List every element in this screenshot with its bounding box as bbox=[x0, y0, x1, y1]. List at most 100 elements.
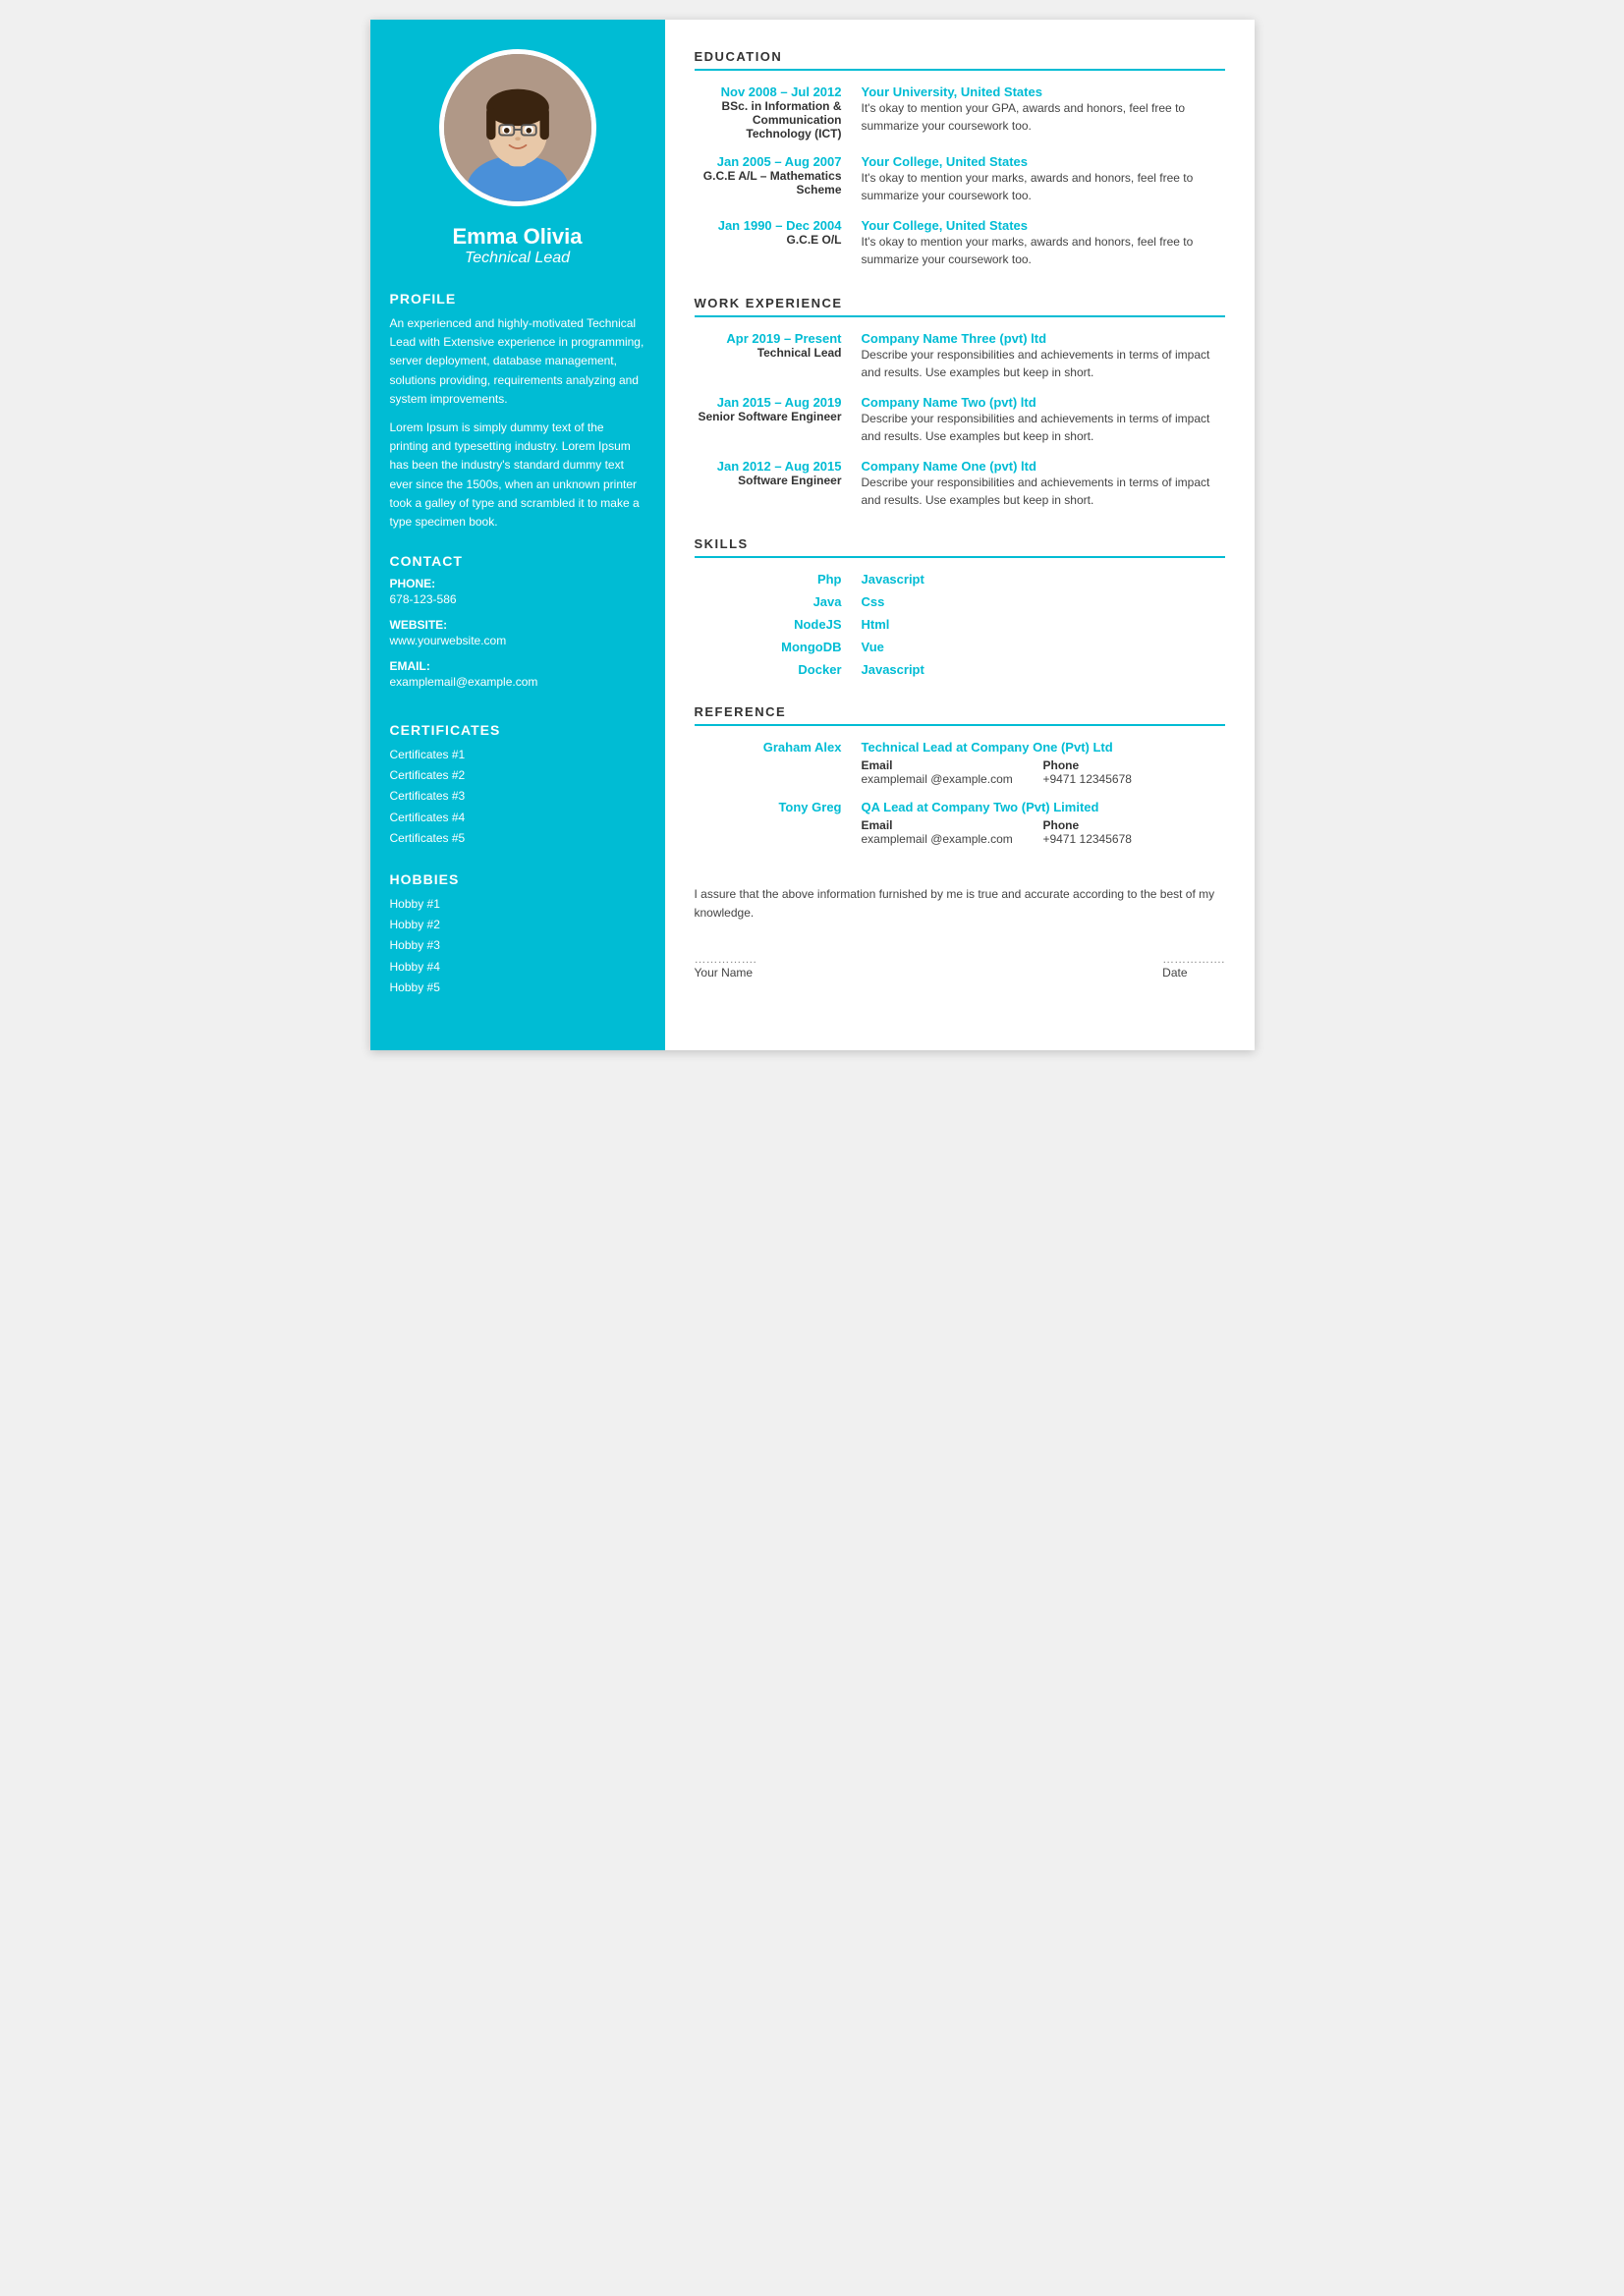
hobby-item: Hobby #4 bbox=[390, 958, 645, 977]
work-desc: Describe your responsibilities and achie… bbox=[862, 410, 1225, 445]
email-value[interactable]: examplemail@example.com bbox=[390, 675, 538, 689]
ref-left: Graham Alex bbox=[695, 740, 852, 786]
education-heading: EDUCATION bbox=[695, 49, 1225, 71]
certificate-item: Certificates #1 bbox=[390, 746, 645, 764]
certificate-item: Certificates #2 bbox=[390, 766, 645, 785]
work-desc: Describe your responsibilities and achie… bbox=[862, 346, 1225, 381]
education-section: EDUCATION Nov 2008 – Jul 2012 BSc. in In… bbox=[695, 49, 1225, 268]
edu-left: Jan 1990 – Dec 2004 G.C.E O/L bbox=[695, 218, 852, 268]
edu-left: Jan 2005 – Aug 2007 G.C.E A/L – Mathemat… bbox=[695, 154, 852, 204]
ref-phone-block: Phone +9471 12345678 bbox=[1043, 818, 1225, 846]
certificates-heading: CERTIFICATES bbox=[390, 722, 645, 738]
skill-left: Docker bbox=[695, 662, 852, 677]
work-entry: Apr 2019 – Present Technical Lead Compan… bbox=[695, 331, 1225, 381]
phone-value: 678-123-586 bbox=[390, 592, 457, 606]
work-right: Company Name Two (pvt) ltd Describe your… bbox=[862, 395, 1225, 445]
edu-degree: BSc. in Information & Communication Tech… bbox=[695, 99, 842, 140]
work-right: Company Name Three (pvt) ltd Describe yo… bbox=[862, 331, 1225, 381]
declaration-text: I assure that the above information furn… bbox=[695, 885, 1225, 923]
ref-email-label: Email bbox=[862, 818, 1043, 832]
reference-section: REFERENCE Graham Alex Technical Lead at … bbox=[695, 704, 1225, 846]
hobbies-list: Hobby #1Hobby #2Hobby #3Hobby #4Hobby #5 bbox=[390, 895, 645, 997]
signature-date: ……………. Date bbox=[1162, 952, 1224, 980]
work-section: WORK EXPERIENCE Apr 2019 – Present Techn… bbox=[695, 296, 1225, 509]
contact-heading: CONTACT bbox=[390, 553, 645, 569]
name-label: Your Name bbox=[695, 966, 754, 980]
skill-left: NodeJS bbox=[695, 617, 852, 632]
edu-org: Your College, United States bbox=[862, 218, 1225, 233]
edu-right: Your University, United States It's okay… bbox=[862, 84, 1225, 140]
certificate-item: Certificates #5 bbox=[390, 829, 645, 848]
work-entries: Apr 2019 – Present Technical Lead Compan… bbox=[695, 331, 1225, 509]
certificate-item: Certificates #3 bbox=[390, 787, 645, 806]
ref-email-block: Email examplemail @example.com bbox=[862, 818, 1043, 846]
hobbies-heading: HOBBIES bbox=[390, 871, 645, 887]
ref-phone-block: Phone +9471 12345678 bbox=[1043, 758, 1225, 786]
work-role: Software Engineer bbox=[695, 474, 842, 487]
edu-desc: It's okay to mention your marks, awards … bbox=[862, 233, 1225, 268]
edu-degree: G.C.E A/L – Mathematics Scheme bbox=[695, 169, 842, 196]
ref-title: QA Lead at Company Two (Pvt) Limited bbox=[862, 800, 1225, 814]
work-entry: Jan 2012 – Aug 2015 Software Engineer Co… bbox=[695, 459, 1225, 509]
ref-title: Technical Lead at Company One (Pvt) Ltd bbox=[862, 740, 1225, 755]
avatar-wrapper bbox=[390, 49, 645, 206]
right-column: EDUCATION Nov 2008 – Jul 2012 BSc. in In… bbox=[665, 20, 1255, 1050]
reference-entries: Graham Alex Technical Lead at Company On… bbox=[695, 740, 1225, 846]
edu-date: Jan 2005 – Aug 2007 bbox=[695, 154, 842, 169]
work-left: Jan 2015 – Aug 2019 Senior Software Engi… bbox=[695, 395, 852, 445]
ref-email-value: examplemail @example.com bbox=[862, 832, 1043, 846]
work-company: Company Name One (pvt) ltd bbox=[862, 459, 1225, 474]
date-label: Date bbox=[1162, 966, 1187, 980]
avatar bbox=[439, 49, 596, 206]
education-entries: Nov 2008 – Jul 2012 BSc. in Information … bbox=[695, 84, 1225, 268]
declaration-section: I assure that the above information furn… bbox=[695, 875, 1225, 980]
ref-email-block: Email examplemail @example.com bbox=[862, 758, 1043, 786]
work-date: Apr 2019 – Present bbox=[695, 331, 842, 346]
reference-entry: Tony Greg QA Lead at Company Two (Pvt) L… bbox=[695, 800, 1225, 846]
email-label: EMAIL: bbox=[390, 659, 645, 673]
signature-row: ……………. Your Name ……………. Date bbox=[695, 952, 1225, 980]
candidate-name: Emma Olivia bbox=[390, 224, 645, 250]
candidate-title: Technical Lead bbox=[390, 250, 645, 267]
certificate-item: Certificates #4 bbox=[390, 809, 645, 827]
ref-phone-label: Phone bbox=[1043, 818, 1225, 832]
reference-entry: Graham Alex Technical Lead at Company On… bbox=[695, 740, 1225, 786]
contact-email: EMAIL: examplemail@example.com bbox=[390, 659, 645, 691]
hobbies-section: HOBBIES Hobby #1Hobby #2Hobby #3Hobby #4… bbox=[390, 871, 645, 999]
work-desc: Describe your responsibilities and achie… bbox=[862, 474, 1225, 509]
reference-heading: REFERENCE bbox=[695, 704, 1225, 726]
website-value[interactable]: www.yourwebsite.com bbox=[390, 634, 507, 647]
signature-name: ……………. Your Name bbox=[695, 952, 756, 980]
skill-right: Vue bbox=[862, 640, 1225, 654]
website-label: WEBSITE: bbox=[390, 618, 645, 632]
profile-heading: PROFILE bbox=[390, 291, 645, 307]
name-dots: ……………. bbox=[695, 952, 756, 966]
hobby-item: Hobby #5 bbox=[390, 979, 645, 997]
phone-label: PHONE: bbox=[390, 577, 645, 590]
edu-org: Your College, United States bbox=[862, 154, 1225, 169]
work-role: Technical Lead bbox=[695, 346, 842, 360]
ref-email-value: examplemail @example.com bbox=[862, 772, 1043, 786]
skill-left: Java bbox=[695, 594, 852, 609]
skill-right: Javascript bbox=[862, 662, 1225, 677]
ref-phone-value: +9471 12345678 bbox=[1043, 772, 1225, 786]
edu-date: Nov 2008 – Jul 2012 bbox=[695, 84, 842, 99]
edu-degree: G.C.E O/L bbox=[695, 233, 842, 247]
contact-phone: PHONE: 678-123-586 bbox=[390, 577, 645, 608]
ref-right: Technical Lead at Company One (Pvt) Ltd … bbox=[862, 740, 1225, 786]
work-left: Jan 2012 – Aug 2015 Software Engineer bbox=[695, 459, 852, 509]
certificates-list: Certificates #1 Certificates #2 Certificat… bbox=[390, 746, 645, 848]
edu-date: Jan 1990 – Dec 2004 bbox=[695, 218, 842, 233]
profile-text-2: Lorem Ipsum is simply dummy text of the … bbox=[390, 419, 645, 532]
profile-section: PROFILE An experienced and highly-motiva… bbox=[390, 291, 645, 532]
skills-section: SKILLS PhpJavascriptJavaCssNodeJSHtmlMon… bbox=[695, 536, 1225, 677]
contact-section: CONTACT PHONE: 678-123-586 WEBSITE: www.… bbox=[390, 553, 645, 700]
work-left: Apr 2019 – Present Technical Lead bbox=[695, 331, 852, 381]
hobby-item: Hobby #2 bbox=[390, 916, 645, 934]
edu-desc: It's okay to mention your GPA, awards an… bbox=[862, 99, 1225, 135]
ref-contact-grid: Email examplemail @example.com Phone +94… bbox=[862, 818, 1225, 846]
skills-grid: PhpJavascriptJavaCssNodeJSHtmlMongoDBVue… bbox=[695, 572, 1225, 677]
skill-right: Css bbox=[862, 594, 1225, 609]
education-entry: Nov 2008 – Jul 2012 BSc. in Information … bbox=[695, 84, 1225, 140]
skills-heading: SKILLS bbox=[695, 536, 1225, 558]
